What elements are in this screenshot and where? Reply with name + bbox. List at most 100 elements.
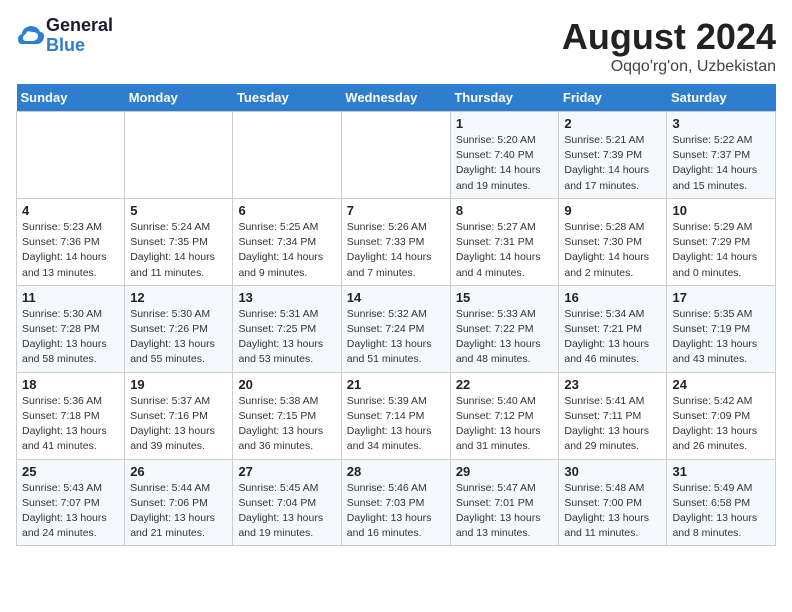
day-number: 8 xyxy=(456,203,554,218)
day-number: 14 xyxy=(347,290,445,305)
day-number: 26 xyxy=(130,464,227,479)
calendar-cell: 11 Sunrise: 5:30 AM Sunset: 7:28 PM Dayli… xyxy=(17,285,125,372)
weekday-header-wednesday: Wednesday xyxy=(341,84,450,112)
day-number: 9 xyxy=(564,203,661,218)
calendar-cell: 3 Sunrise: 5:22 AM Sunset: 7:37 PM Daylig… xyxy=(667,112,776,199)
day-number: 16 xyxy=(564,290,661,305)
day-number: 11 xyxy=(22,290,119,305)
calendar-week-row: 4 Sunrise: 5:23 AM Sunset: 7:36 PM Daylig… xyxy=(17,198,776,285)
logo: General Blue xyxy=(16,16,113,56)
calendar-week-row: 18 Sunrise: 5:36 AM Sunset: 7:18 PM Dayli… xyxy=(17,372,776,459)
calendar-week-row: 11 Sunrise: 5:30 AM Sunset: 7:28 PM Dayli… xyxy=(17,285,776,372)
calendar-cell: 23 Sunrise: 5:41 AM Sunset: 7:11 PM Dayli… xyxy=(559,372,667,459)
calendar-cell: 1 Sunrise: 5:20 AM Sunset: 7:40 PM Daylig… xyxy=(450,112,559,199)
logo-icon xyxy=(16,22,44,50)
calendar-cell: 24Sunrise: 5:42 AM Sunset: 7:09 PM Dayli… xyxy=(667,372,776,459)
weekday-header-saturday: Saturday xyxy=(667,84,776,112)
weekday-header-thursday: Thursday xyxy=(450,84,559,112)
day-info: Sunrise: 5:30 AM Sunset: 7:28 PM Dayligh… xyxy=(22,307,119,368)
month-year: August 2024 xyxy=(562,16,776,58)
day-info: Sunrise: 5:43 AM Sunset: 7:07 PM Dayligh… xyxy=(22,481,119,542)
calendar-cell: 20 Sunrise: 5:38 AM Sunset: 7:15 PM Dayli… xyxy=(233,372,341,459)
day-number: 28 xyxy=(347,464,445,479)
day-info: Sunrise: 5:26 AM Sunset: 7:33 PM Dayligh… xyxy=(347,220,445,281)
calendar-cell xyxy=(17,112,125,199)
day-info: Sunrise: 5:27 AM Sunset: 7:31 PM Dayligh… xyxy=(456,220,554,281)
calendar-cell: 31 Sunrise: 5:49 AM Sunset: 6:58 PM Dayli… xyxy=(667,459,776,546)
day-info: Sunrise: 5:44 AM Sunset: 7:06 PM Dayligh… xyxy=(130,481,227,542)
day-info: Sunrise: 5:48 AM Sunset: 7:00 PM Dayligh… xyxy=(564,481,661,542)
calendar-cell: 26 Sunrise: 5:44 AM Sunset: 7:06 PM Dayli… xyxy=(125,459,233,546)
calendar-cell xyxy=(125,112,233,199)
day-number: 3 xyxy=(672,116,770,131)
day-info: Sunrise: 5:45 AM Sunset: 7:04 PM Dayligh… xyxy=(238,481,335,542)
calendar-week-row: 25Sunrise: 5:43 AM Sunset: 7:07 PM Dayli… xyxy=(17,459,776,546)
day-number: 17 xyxy=(672,290,770,305)
day-number: 15 xyxy=(456,290,554,305)
day-number: 12 xyxy=(130,290,227,305)
day-number: 5 xyxy=(130,203,227,218)
day-info: Sunrise: 5:24 AM Sunset: 7:35 PM Dayligh… xyxy=(130,220,227,281)
day-number: 31 xyxy=(672,464,770,479)
day-number: 10 xyxy=(672,203,770,218)
logo-line1: General xyxy=(46,16,113,36)
day-number: 20 xyxy=(238,377,335,392)
day-info: Sunrise: 5:46 AM Sunset: 7:03 PM Dayligh… xyxy=(347,481,445,542)
day-info: Sunrise: 5:32 AM Sunset: 7:24 PM Dayligh… xyxy=(347,307,445,368)
calendar-table: SundayMondayTuesdayWednesdayThursdayFrid… xyxy=(16,84,776,546)
day-info: Sunrise: 5:38 AM Sunset: 7:15 PM Dayligh… xyxy=(238,394,335,455)
weekday-header-sunday: Sunday xyxy=(17,84,125,112)
calendar-cell: 18 Sunrise: 5:36 AM Sunset: 7:18 PM Dayli… xyxy=(17,372,125,459)
day-info: Sunrise: 5:30 AM Sunset: 7:26 PM Dayligh… xyxy=(130,307,227,368)
day-info: Sunrise: 5:49 AM Sunset: 6:58 PM Dayligh… xyxy=(672,481,770,542)
day-number: 2 xyxy=(564,116,661,131)
day-number: 30 xyxy=(564,464,661,479)
day-number: 18 xyxy=(22,377,119,392)
calendar-cell: 12 Sunrise: 5:30 AM Sunset: 7:26 PM Dayli… xyxy=(125,285,233,372)
calendar-cell: 6Sunrise: 5:25 AM Sunset: 7:34 PM Daylig… xyxy=(233,198,341,285)
calendar-cell: 7Sunrise: 5:26 AM Sunset: 7:33 PM Daylig… xyxy=(341,198,450,285)
calendar-cell: 22 Sunrise: 5:40 AM Sunset: 7:12 PM Dayli… xyxy=(450,372,559,459)
day-info: Sunrise: 5:33 AM Sunset: 7:22 PM Dayligh… xyxy=(456,307,554,368)
page-header: General Blue August 2024 Oqqo'rg'on, Uzb… xyxy=(16,16,776,76)
day-number: 22 xyxy=(456,377,554,392)
day-info: Sunrise: 5:23 AM Sunset: 7:36 PM Dayligh… xyxy=(22,220,119,281)
day-info: Sunrise: 5:28 AM Sunset: 7:30 PM Dayligh… xyxy=(564,220,661,281)
logo-line2: Blue xyxy=(46,36,113,56)
calendar-cell: 21Sunrise: 5:39 AM Sunset: 7:14 PM Dayli… xyxy=(341,372,450,459)
calendar-cell: 13Sunrise: 5:31 AM Sunset: 7:25 PM Dayli… xyxy=(233,285,341,372)
day-number: 4 xyxy=(22,203,119,218)
day-info: Sunrise: 5:29 AM Sunset: 7:29 PM Dayligh… xyxy=(672,220,770,281)
day-info: Sunrise: 5:41 AM Sunset: 7:11 PM Dayligh… xyxy=(564,394,661,455)
day-info: Sunrise: 5:36 AM Sunset: 7:18 PM Dayligh… xyxy=(22,394,119,455)
day-number: 19 xyxy=(130,377,227,392)
day-number: 29 xyxy=(456,464,554,479)
weekday-header-row: SundayMondayTuesdayWednesdayThursdayFrid… xyxy=(17,84,776,112)
calendar-week-row: 1 Sunrise: 5:20 AM Sunset: 7:40 PM Daylig… xyxy=(17,112,776,199)
title-block: August 2024 Oqqo'rg'on, Uzbekistan xyxy=(562,16,776,76)
day-info: Sunrise: 5:37 AM Sunset: 7:16 PM Dayligh… xyxy=(130,394,227,455)
calendar-cell: 10 Sunrise: 5:29 AM Sunset: 7:29 PM Dayli… xyxy=(667,198,776,285)
calendar-cell: 8 Sunrise: 5:27 AM Sunset: 7:31 PM Daylig… xyxy=(450,198,559,285)
day-number: 1 xyxy=(456,116,554,131)
day-number: 24 xyxy=(672,377,770,392)
weekday-header-friday: Friday xyxy=(559,84,667,112)
location: Oqqo'rg'on, Uzbekistan xyxy=(562,58,776,76)
calendar-cell xyxy=(341,112,450,199)
calendar-cell: 4 Sunrise: 5:23 AM Sunset: 7:36 PM Daylig… xyxy=(17,198,125,285)
calendar-cell: 25Sunrise: 5:43 AM Sunset: 7:07 PM Dayli… xyxy=(17,459,125,546)
calendar-cell: 27Sunrise: 5:45 AM Sunset: 7:04 PM Dayli… xyxy=(233,459,341,546)
calendar-cell: 28 Sunrise: 5:46 AM Sunset: 7:03 PM Dayli… xyxy=(341,459,450,546)
calendar-cell xyxy=(233,112,341,199)
day-info: Sunrise: 5:25 AM Sunset: 7:34 PM Dayligh… xyxy=(238,220,335,281)
day-info: Sunrise: 5:40 AM Sunset: 7:12 PM Dayligh… xyxy=(456,394,554,455)
day-info: Sunrise: 5:31 AM Sunset: 7:25 PM Dayligh… xyxy=(238,307,335,368)
day-info: Sunrise: 5:20 AM Sunset: 7:40 PM Dayligh… xyxy=(456,133,554,194)
day-info: Sunrise: 5:39 AM Sunset: 7:14 PM Dayligh… xyxy=(347,394,445,455)
calendar-cell: 16Sunrise: 5:34 AM Sunset: 7:21 PM Dayli… xyxy=(559,285,667,372)
day-number: 23 xyxy=(564,377,661,392)
day-info: Sunrise: 5:21 AM Sunset: 7:39 PM Dayligh… xyxy=(564,133,661,194)
calendar-cell: 15 Sunrise: 5:33 AM Sunset: 7:22 PM Dayli… xyxy=(450,285,559,372)
day-info: Sunrise: 5:22 AM Sunset: 7:37 PM Dayligh… xyxy=(672,133,770,194)
calendar-cell: 30 Sunrise: 5:48 AM Sunset: 7:00 PM Dayli… xyxy=(559,459,667,546)
